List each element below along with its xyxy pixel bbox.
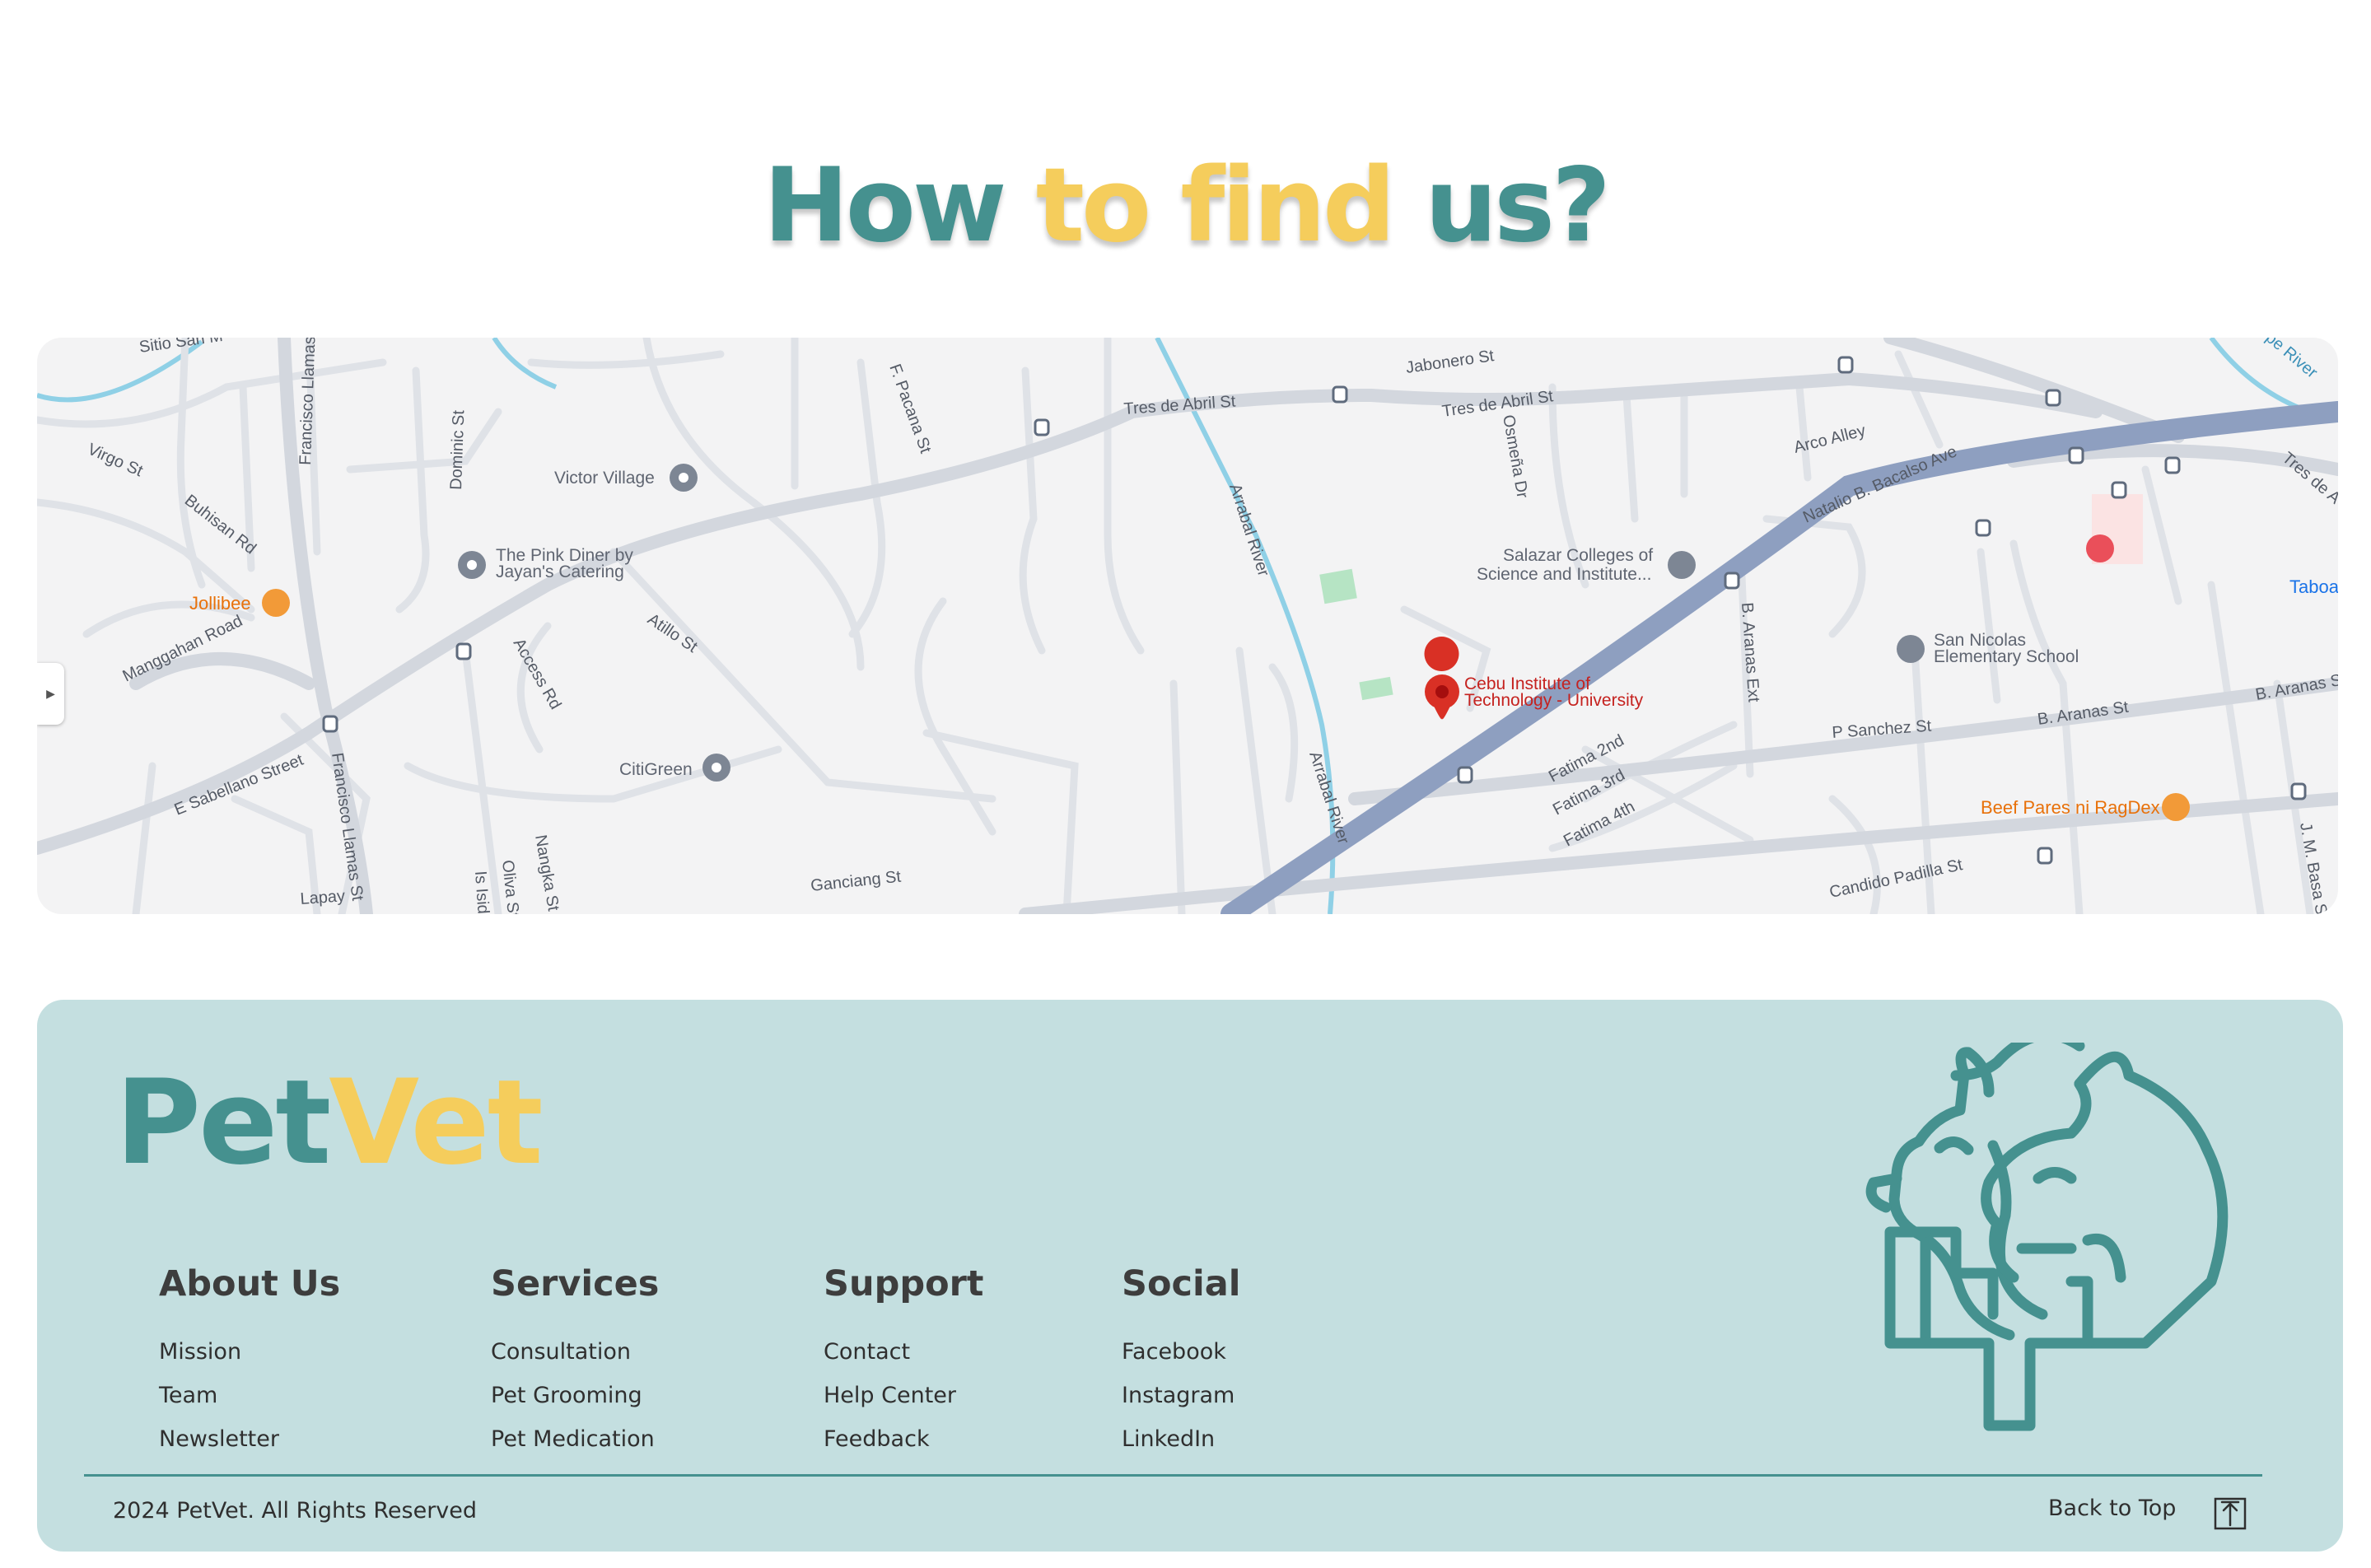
brand-pet: Pet (115, 1055, 331, 1191)
footer-link-feedback[interactable]: Feedback (824, 1417, 983, 1461)
heading-us: us? (1424, 147, 1611, 265)
footer-link-pet-grooming[interactable]: Pet Grooming (491, 1374, 659, 1417)
map-road-label: B. Aranas Ext (1738, 602, 1762, 703)
map-poi-markers (262, 464, 2190, 821)
map-label-pink-diner-2: Jayan's Catering (496, 562, 624, 581)
arrow-up-box-icon[interactable] (2214, 1497, 2247, 1530)
map-main-roads (37, 338, 2338, 914)
map-road-label: Jabonero St (1405, 347, 1496, 377)
page-heading: How to find us? (0, 140, 2371, 272)
map-bus-stops (322, 356, 2307, 865)
map-road-label: Tres de Abril St (1123, 393, 1237, 418)
back-to-top-link[interactable]: Back to Top (2048, 1496, 2176, 1521)
map-road-label: Arrabal River (1225, 482, 1272, 579)
map-road-label: Osmeña Dr (1499, 413, 1531, 500)
footer-column-social: Social Facebook Instagram LinkedIn (1122, 1259, 1241, 1461)
map-label-taboan: Taboa (2289, 576, 2338, 597)
footer-brand-logo[interactable]: PetVet (115, 1049, 544, 1197)
map-road-label: pe River (2262, 338, 2321, 382)
map-label-salazar: Salazar Colleges of (1503, 546, 1653, 565)
map-road-label: Ganciang St (810, 868, 902, 895)
map-label-cit-2: Technology - University (1464, 691, 1644, 710)
footer-divider (84, 1474, 2262, 1477)
map-road-label: F. Pacana St (885, 362, 935, 456)
footer-column-services: Services Consultation Pet Grooming Pet M… (491, 1259, 659, 1461)
heading-to-find: to find (1035, 147, 1396, 265)
map-label-san-nicolas-2: Elementary School (1934, 647, 2079, 666)
site-footer: PetVet About Us Mission Team Newsletter … (37, 1000, 2343, 1552)
footer-link-facebook[interactable]: Facebook (1122, 1330, 1241, 1374)
map-road-label: E Sabellano Street (172, 751, 306, 819)
map-road-label: Lapay (300, 887, 346, 908)
copyright-text: 2024 PetVet. All Rights Reserved (113, 1498, 478, 1524)
footer-link-linkedin[interactable]: LinkedIn (1122, 1417, 1241, 1461)
footer-link-contact[interactable]: Contact (824, 1330, 983, 1374)
brand-vet: Vet (329, 1055, 543, 1191)
footer-link-help-center[interactable]: Help Center (824, 1374, 983, 1417)
map-road-label: Manggahan Road (120, 612, 246, 685)
footer-heading-support: Support (824, 1263, 984, 1304)
footer-column-about: About Us Mission Team Newsletter (159, 1259, 340, 1461)
map-road-label: Tres de Abril St (1441, 387, 1555, 421)
footer-link-consultation[interactable]: Consultation (491, 1330, 659, 1374)
footer-heading-social: Social (1122, 1263, 1241, 1304)
dog-cat-cross-logo-icon (1865, 1043, 2229, 1431)
map-label-beef-pares: Beef Pares ni RagDex (1981, 797, 2160, 818)
map-canvas[interactable]: Victor Village The Pink Diner by Jayan's… (37, 338, 2338, 914)
map-label-jollibee: Jollibee (189, 593, 251, 614)
heading-how: How (763, 147, 1007, 265)
footer-column-support: Support Contact Help Center Feedback (824, 1259, 983, 1461)
footer-heading-services: Services (491, 1263, 660, 1304)
map-park (1319, 568, 1357, 604)
map-label-citigreen: CitiGreen (619, 760, 693, 779)
footer-link-pet-medication[interactable]: Pet Medication (491, 1417, 659, 1461)
map-panel-toggle-button[interactable]: ▶ (37, 663, 64, 725)
chevron-right-icon: ▶ (46, 687, 55, 701)
footer-link-mission[interactable]: Mission (159, 1330, 340, 1374)
map-road-label: Oliva St (498, 859, 522, 914)
map-road-label: B. Aranas S (2254, 671, 2338, 704)
footer-link-newsletter[interactable]: Newsletter (159, 1417, 340, 1461)
map-label-victor-village: Victor Village (554, 469, 655, 488)
map-road-label: B. Aranas St (2037, 698, 2131, 729)
map-road-label: Is Isidro (471, 870, 493, 914)
map-label-salazar-2: Science and Institute... (1477, 565, 1651, 584)
location-map[interactable]: Victor Village The Pink Diner by Jayan's… (37, 338, 2338, 914)
footer-link-instagram[interactable]: Instagram (1122, 1374, 1241, 1417)
map-road-label: Candido Padilla St (1827, 856, 1964, 902)
map-road-label: Natalio B. Bacalso Ave (1800, 442, 1959, 526)
footer-heading-about: About Us (159, 1263, 341, 1304)
map-road-label: Nangka St (531, 833, 562, 912)
map-road-label: Dominic St (447, 409, 468, 490)
map-park (1359, 676, 1393, 701)
footer-link-team[interactable]: Team (159, 1374, 340, 1417)
map-road-label: Virgo St (85, 440, 146, 480)
